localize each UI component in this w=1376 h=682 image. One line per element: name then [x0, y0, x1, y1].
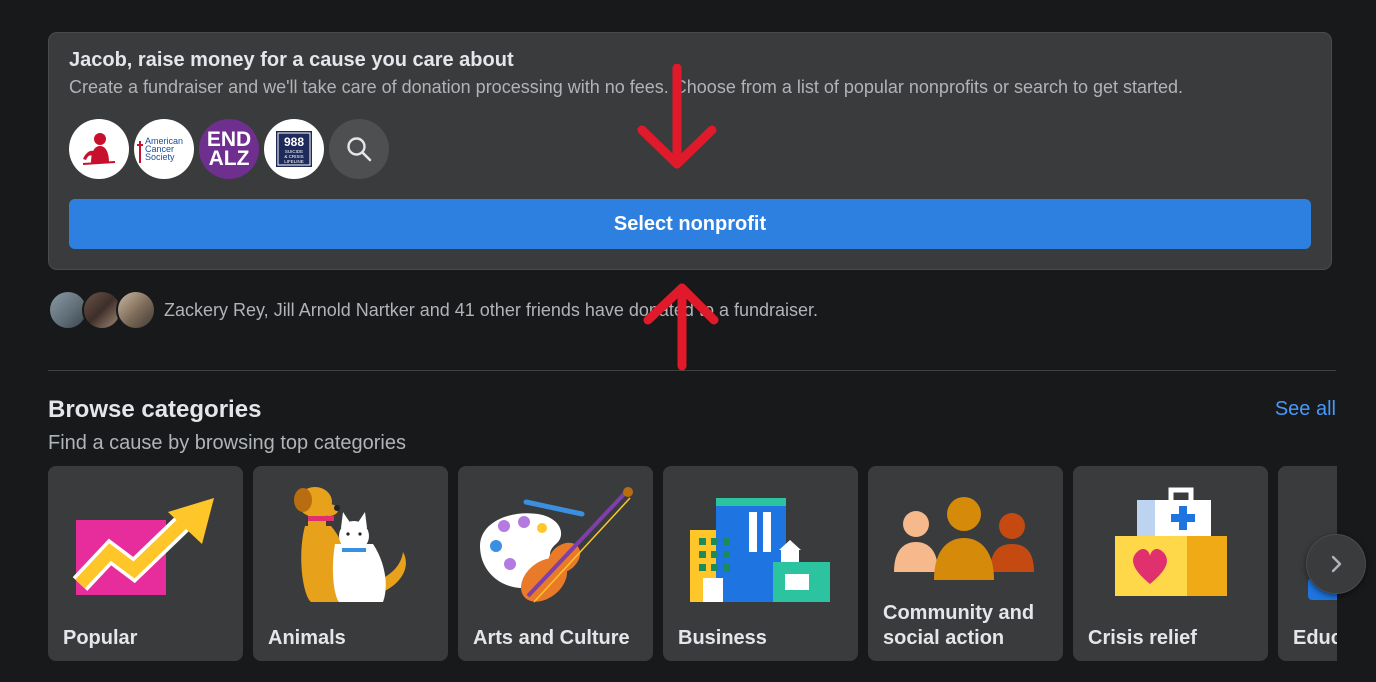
988-lifeline-logo[interactable]: 988 SUICIDE & CRISIS LIFELINE	[264, 119, 324, 179]
st-jude-logo[interactable]	[69, 119, 129, 179]
category-card-arts-and-culture[interactable]: Arts and Culture	[458, 466, 653, 661]
annotation-arrow-down-icon	[637, 64, 717, 169]
988-line-3: LIFELINE	[284, 159, 304, 164]
category-card-popular[interactable]: Popular	[48, 466, 243, 661]
category-label: Crisis relief	[1088, 627, 1197, 649]
category-label: Community and social action	[883, 601, 1034, 651]
category-label: Arts and Culture	[473, 627, 630, 649]
avatar[interactable]	[116, 290, 156, 330]
category-label: Educ	[1293, 627, 1337, 649]
acs-line-3: Society	[145, 152, 175, 162]
category-card-community-and-social-action[interactable]: Community and social action	[868, 466, 1063, 661]
fundraiser-card-title: Jacob, raise money for a cause you care …	[69, 49, 514, 71]
category-carousel: Popular Animals Arts and Culture Busines…	[48, 466, 1337, 662]
carousel-next-button[interactable]	[1306, 534, 1366, 594]
chevron-right-icon	[1331, 555, 1342, 573]
category-label: Animals	[268, 627, 346, 649]
friend-avatars	[48, 290, 156, 330]
category-card-animals[interactable]: Animals	[253, 466, 448, 661]
category-label-line-2: social action	[883, 627, 1005, 649]
select-nonprofit-button[interactable]: Select nonprofit	[69, 199, 1311, 249]
see-all-link[interactable]: See all	[1275, 398, 1336, 421]
category-label-line-1: Community and	[883, 602, 1035, 624]
annotation-arrow-up-icon	[643, 283, 719, 371]
nonprofit-search-button[interactable]	[329, 119, 389, 179]
browse-categories-subtitle: Find a cause by browsing top categories	[48, 432, 406, 454]
search-icon	[347, 137, 372, 162]
category-card-crisis-relief[interactable]: Crisis relief	[1073, 466, 1268, 661]
end-alz-line-2: ALZ	[208, 147, 250, 170]
category-label: Business	[678, 627, 767, 649]
category-card-business[interactable]: Business	[663, 466, 858, 661]
988-number: 988	[284, 135, 304, 149]
end-alz-logo[interactable]: END ALZ	[199, 119, 259, 179]
category-label: Popular	[63, 627, 138, 649]
american-cancer-society-logo[interactable]: American Cancer Society	[134, 119, 194, 179]
fundraiser-card-subtitle: Create a fundraiser and we'll take care …	[69, 77, 1184, 97]
browse-categories-title: Browse categories	[48, 396, 262, 423]
nonprofit-logos: American Cancer Society END ALZ 988 SUIC…	[69, 119, 389, 179]
